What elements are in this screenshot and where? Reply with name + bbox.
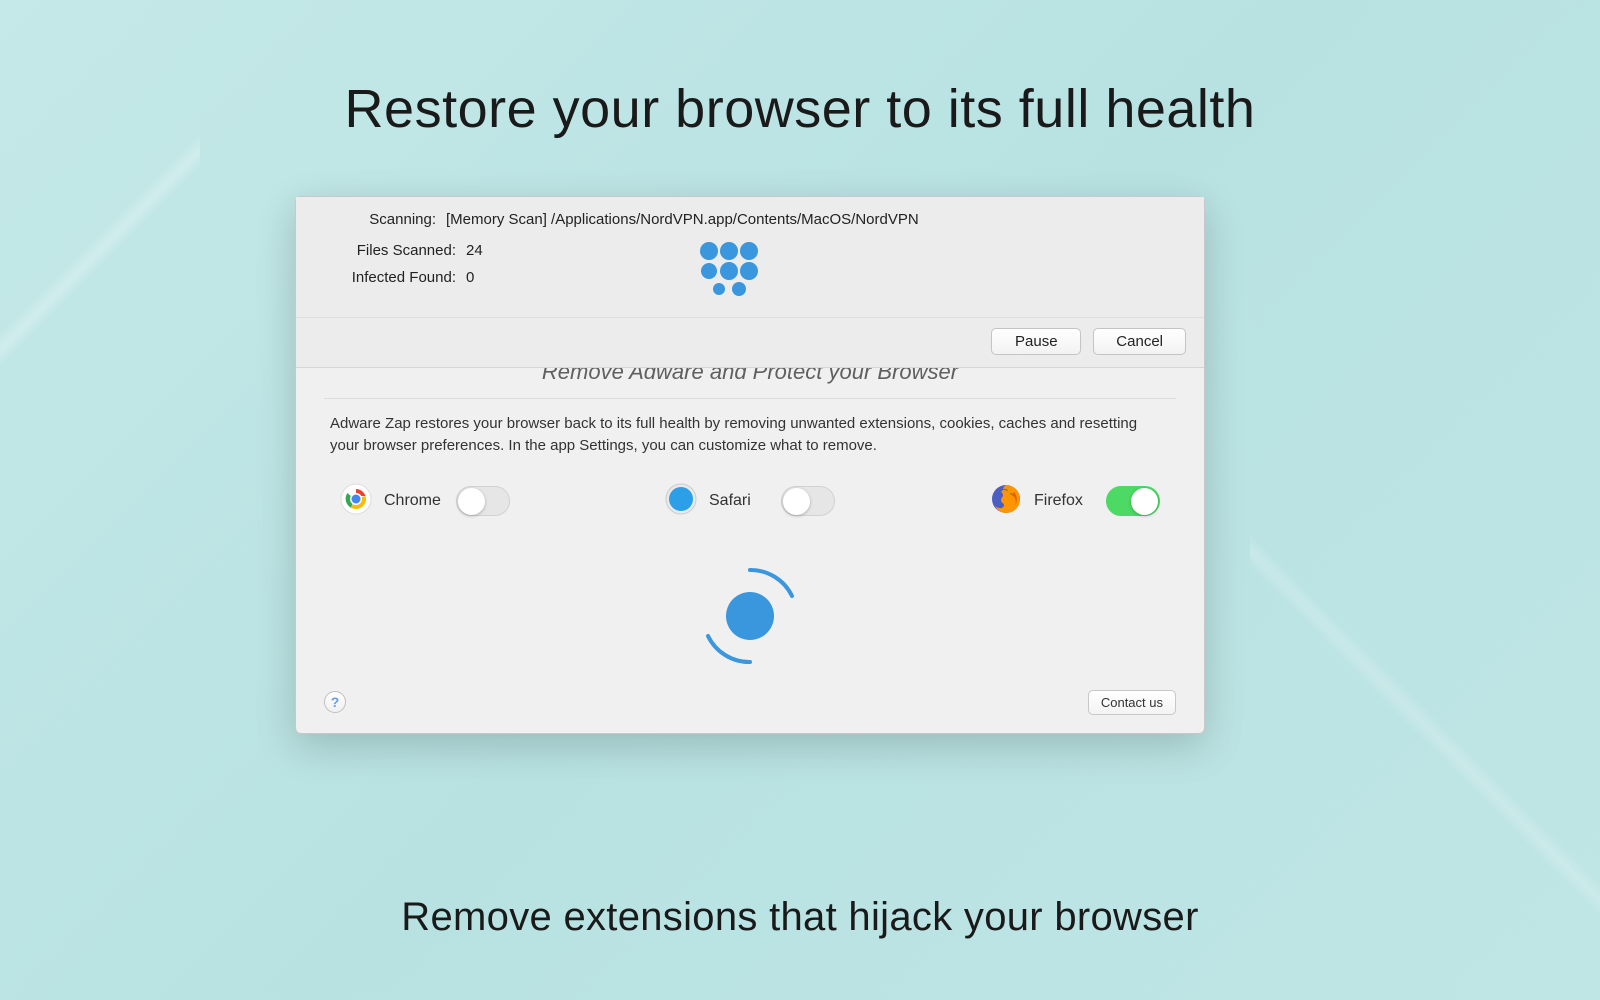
pause-button[interactable]: Pause	[991, 328, 1081, 355]
browser-item-firefox: Firefox	[990, 483, 1160, 520]
safari-toggle[interactable]	[781, 486, 835, 516]
browser-label: Chrome	[384, 492, 444, 510]
safari-icon	[665, 483, 697, 520]
files-scanned-label: Files Scanned:	[326, 242, 456, 259]
infected-found-value: 0	[466, 269, 474, 286]
contact-us-button[interactable]: Contact us	[1088, 690, 1176, 715]
help-button[interactable]: ?	[324, 691, 346, 713]
marketing-headline: Restore your browser to its full health	[0, 0, 1600, 140]
main-content: Remove Adware and Protect your Browser A…	[296, 368, 1204, 733]
app-window: Scanning: [Memory Scan] /Applications/No…	[295, 196, 1205, 734]
infected-found-label: Infected Found:	[326, 269, 456, 286]
scan-panel: Scanning: [Memory Scan] /Applications/No…	[296, 197, 1204, 368]
browser-toggle-row: Chrome Safari	[296, 457, 1204, 530]
scan-stats: Files Scanned: 24 Infected Found: 0	[326, 242, 656, 286]
scan-visual	[296, 530, 1204, 686]
firefox-toggle[interactable]	[1106, 486, 1160, 516]
firefox-icon	[990, 483, 1022, 520]
chrome-toggle[interactable]	[456, 486, 510, 516]
divider	[324, 398, 1176, 399]
scan-status-row: Scanning: [Memory Scan] /Applications/No…	[296, 197, 1204, 238]
cancel-button[interactable]: Cancel	[1093, 328, 1186, 355]
description: Adware Zap restores your browser back to…	[296, 413, 1204, 457]
scanning-path: [Memory Scan] /Applications/NordVPN.app/…	[446, 211, 919, 228]
marketing-tagline: Remove extensions that hijack your brows…	[0, 895, 1600, 940]
chrome-icon	[340, 483, 372, 520]
help-icon: ?	[331, 694, 340, 710]
section-title-partial: Remove Adware and Protect your Browser	[296, 368, 1204, 384]
scanning-label: Scanning:	[326, 211, 436, 228]
browser-item-safari: Safari	[665, 483, 835, 520]
browser-item-chrome: Chrome	[340, 483, 510, 520]
scan-progress-icon	[690, 556, 810, 676]
browser-label: Safari	[709, 492, 769, 510]
scan-spinner-icon	[696, 240, 762, 303]
browser-label: Firefox	[1034, 492, 1094, 510]
files-scanned-value: 24	[466, 242, 483, 259]
